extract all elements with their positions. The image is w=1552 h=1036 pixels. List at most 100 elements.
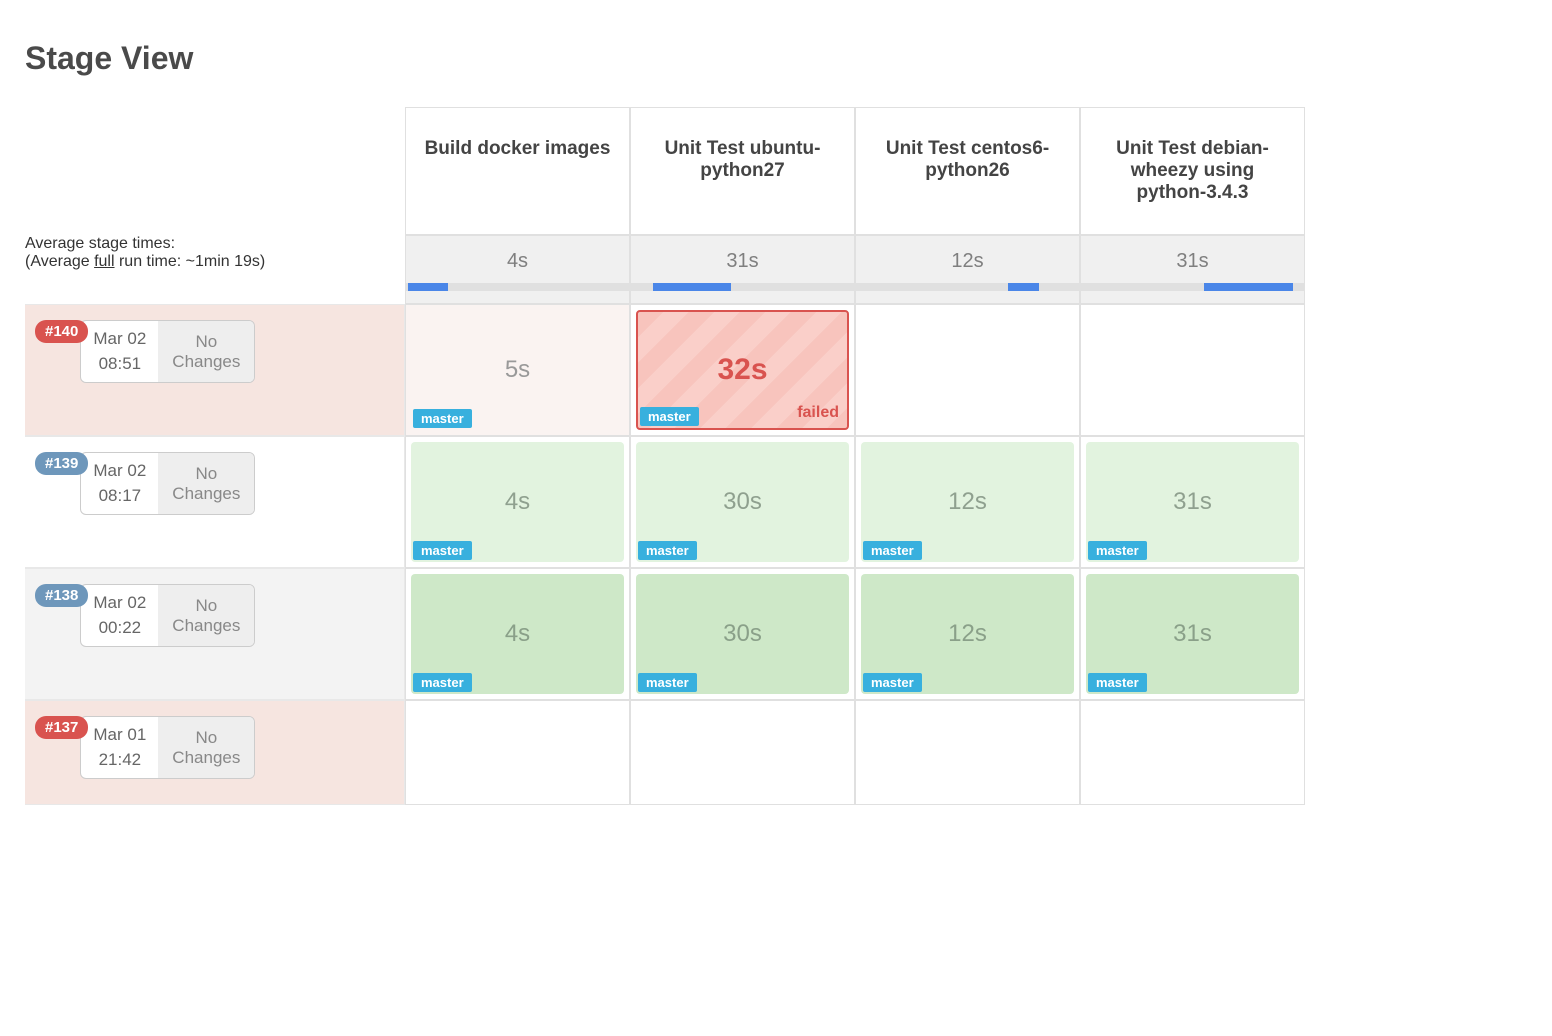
stage-duration: 30s [723,620,762,648]
branch-tag: master [638,673,697,692]
stage-cell[interactable]: 32s master failed [630,304,855,436]
date-box: Mar 0208:51 NoChanges [80,320,255,383]
stage-card[interactable]: 32s master failed [636,310,849,430]
stage-duration: 4s [505,488,530,516]
stage-cell[interactable]: 31s master [1080,436,1305,568]
run-time: 08:17 [93,484,146,509]
timing-bar-fill [408,283,448,291]
build-badge[interactable]: #138 [35,584,88,607]
changes-line2: Changes [172,748,240,768]
run-row-header[interactable]: #140Mar 0208:51 NoChanges [25,304,405,436]
branch-tag: master [638,541,697,560]
stage-card[interactable]: 12s master [861,442,1074,562]
changes-line2: Changes [172,484,240,504]
branch-tag: master [1088,541,1147,560]
run-date: Mar 01 [93,723,146,748]
average-cell: 12s [855,235,1080,304]
changes-column[interactable]: NoChanges [158,453,254,514]
stage-card[interactable]: 12s master [861,574,1074,694]
date-column: Mar 0121:42 [81,717,158,778]
average-cell: 31s [630,235,855,304]
run-time: 00:22 [93,616,146,641]
stage-duration: 12s [948,488,987,516]
average-value: 4s [406,250,629,273]
changes-line1: No [172,332,240,352]
timing-bar-fill [1204,283,1293,291]
changes-column[interactable]: NoChanges [158,321,254,382]
run-row-header[interactable]: #137Mar 0121:42NoChanges [25,700,405,805]
branch-tag: master [413,409,472,428]
changes-column[interactable]: NoChanges [158,717,254,778]
build-badge[interactable]: #137 [35,716,88,739]
branch-tag: master [413,541,472,560]
stage-duration: 31s [1173,488,1212,516]
run-time: 21:42 [93,748,146,773]
stage-cell[interactable] [1080,700,1305,805]
stage-card[interactable]: 4s master [411,574,624,694]
changes-line1: No [172,596,240,616]
timing-bar [856,283,1079,291]
build-badge[interactable]: #139 [35,452,88,475]
stage-card[interactable]: 4s master [411,442,624,562]
stage-cell[interactable]: 30s master [630,436,855,568]
average-value: 31s [1081,250,1304,273]
run-time: 08:51 [93,352,146,377]
build-badge[interactable]: #140 [35,320,88,343]
stage-cell[interactable] [1080,304,1305,436]
changes-line2: Changes [172,352,240,372]
page-title: Stage View [25,40,1527,77]
average-value: 12s [856,250,1079,273]
stage-cell[interactable] [855,304,1080,436]
stage-duration: 31s [1173,620,1212,648]
stage-header: Build docker images [405,107,630,235]
branch-tag: master [863,673,922,692]
stage-duration: 30s [723,488,762,516]
stage-card[interactable]: 31s master [1086,574,1299,694]
timing-bar-fill [653,283,731,291]
stage-duration: 12s [948,620,987,648]
timing-bar [631,283,854,291]
stage-cell[interactable]: 12s master [855,568,1080,700]
date-box: Mar 0121:42NoChanges [80,716,255,779]
run-row-header[interactable]: #138Mar 0200:22NoChanges [25,568,405,700]
stage-header: Unit Test debian-wheezy using python-3.4… [1080,107,1305,235]
changes-line2: Changes [172,616,240,636]
stage-card[interactable]: 30s master [636,442,849,562]
branch-tag: master [1088,673,1147,692]
stage-card[interactable]: 5s master [411,310,624,430]
stage-duration: 32s [717,353,767,387]
stage-cell[interactable] [405,700,630,805]
date-column: Mar 0200:22 [81,585,158,646]
timing-bar [1081,283,1304,291]
run-date: Mar 02 [93,459,146,484]
pipeline-table: Build docker imagesUnit Test ubuntu-pyth… [25,107,1527,805]
changes-line1: No [172,464,240,484]
stage-header: Unit Test ubuntu-python27 [630,107,855,235]
stage-cell[interactable]: 30s master [630,568,855,700]
changes-column[interactable]: NoChanges [158,585,254,646]
date-box: Mar 0200:22NoChanges [80,584,255,647]
stage-duration: 5s [505,356,530,384]
stage-cell[interactable]: 5s master [405,304,630,436]
stage-duration: 4s [505,620,530,648]
stage-cell[interactable]: 12s master [855,436,1080,568]
run-date: Mar 02 [93,327,146,352]
stage-cell[interactable]: 31s master [1080,568,1305,700]
changes-line1: No [172,728,240,748]
stage-cell[interactable]: 4s master [405,436,630,568]
timing-bar [406,283,629,291]
run-row-header[interactable]: #139Mar 0208:17NoChanges [25,436,405,568]
average-value: 31s [631,250,854,273]
failed-label: failed [797,404,839,422]
stage-cell[interactable]: 4s master [405,568,630,700]
stage-card[interactable]: 31s master [1086,442,1299,562]
average-label: Average stage times:(Average full run ti… [25,235,405,304]
stage-card[interactable]: 30s master [636,574,849,694]
stage-cell[interactable] [630,700,855,805]
branch-tag: master [863,541,922,560]
stage-cell[interactable] [855,700,1080,805]
branch-tag: master [413,673,472,692]
date-column: Mar 0208:17 [81,453,158,514]
average-cell: 4s [405,235,630,304]
branch-tag: master [640,407,699,426]
